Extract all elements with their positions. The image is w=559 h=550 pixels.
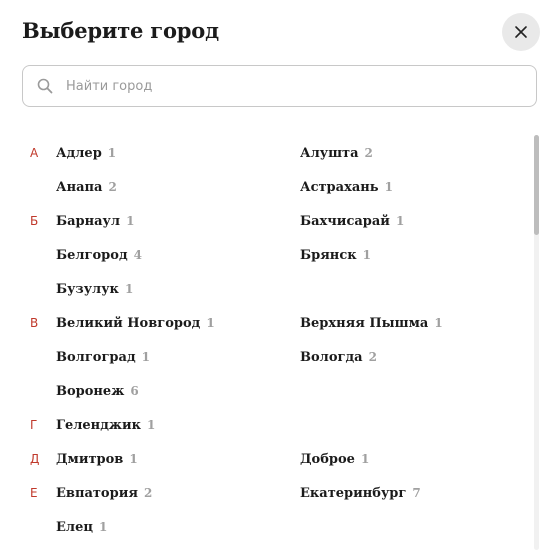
city-count: 2 [364,146,373,160]
city-list: А Адлер 1 Алушта 2 Анапа 2 Астрахань 1 Б Барнаул 1 Б… [22,140,527,550]
city-name: Бузулук [56,282,119,297]
city-name: Геленджик [56,418,142,433]
city-count: 1 [147,418,156,432]
city-name: Анапа [56,180,103,195]
city-item[interactable]: Елец 1 [56,520,107,535]
close-button[interactable] [502,13,540,51]
city-count: 1 [360,452,370,466]
city-row: Белгород 4 Брянск 1 [22,242,527,276]
search-field[interactable] [22,65,537,107]
city-row: Б Барнаул 1 Бахчисарай 1 [22,208,527,242]
city-item[interactable]: Адлер 1 [56,146,116,161]
city-count: 1 [107,146,117,160]
city-name: Адлер [56,146,102,161]
city-name: Барнаул [56,214,121,229]
city-name: Екатеринбург [300,486,407,501]
city-row: В Великий Новгород 1 Верхняя Пышма 1 [22,310,527,344]
city-name: Бахчисарай [300,214,390,229]
city-item[interactable]: Великий Новгород 1 [56,316,215,331]
city-count: 1 [434,316,443,330]
modal-title: Выберите город [22,18,219,43]
city-name: Белгород [56,248,128,263]
city-item[interactable]: Евпатория 2 [56,486,152,501]
city-count: 1 [126,214,135,228]
city-count: 6 [130,384,139,398]
city-name: Доброе [300,452,355,467]
city-row: Бузулук 1 [22,276,527,310]
alphabet-letter: Е [30,486,38,500]
city-item[interactable]: Белгород 4 [56,248,142,263]
city-item[interactable]: Бахчисарай 1 [300,214,404,229]
city-count: 4 [133,248,142,262]
city-item[interactable]: Волгоград 1 [56,350,150,365]
search-icon [36,77,54,95]
city-count: 7 [412,486,421,500]
city-count: 1 [129,452,138,466]
city-name: Алушта [300,146,359,161]
city-item[interactable]: Бузулук 1 [56,282,133,297]
city-item[interactable]: Геленджик 1 [56,418,155,433]
city-count: 1 [206,316,215,330]
city-item[interactable]: Барнаул 1 [56,214,134,229]
city-row: А Адлер 1 Алушта 2 [22,140,527,174]
city-count: 1 [362,248,371,262]
city-name: Великий Новгород [56,316,201,331]
city-name: Вологда [300,350,363,365]
city-item[interactable]: Воронеж 6 [56,384,139,399]
city-count: 1 [124,282,134,296]
city-count: 1 [141,350,150,364]
city-name: Волгоград [56,350,136,365]
alphabet-letter: А [30,146,39,160]
city-name: Верхняя Пышма [300,316,429,331]
city-name: Брянск [300,248,357,263]
city-item[interactable]: Брянск 1 [300,248,371,263]
scrollbar-thumb[interactable] [534,135,539,235]
city-row: Анапа 2 Астрахань 1 [22,174,527,208]
city-name: Дмитров [56,452,124,467]
city-count: 2 [143,486,153,500]
city-count: 2 [368,350,377,364]
city-item[interactable]: Екатеринбург 7 [300,486,421,501]
city-row: Волгоград 1 Вологда 2 [22,344,527,378]
city-item[interactable]: Верхняя Пышма 1 [300,316,443,331]
city-row: Е Евпатория 2 Екатеринбург 7 [22,480,527,514]
alphabet-letter: Б [30,214,39,228]
city-select-modal: Выберите город А Адлер 1 Алушта 2 Анапа 2 Астра… [0,0,559,550]
city-count: 1 [98,520,108,534]
city-name: Воронеж [56,384,125,399]
city-name: Евпатория [56,486,138,501]
city-item[interactable]: Астрахань 1 [300,180,393,195]
city-count: 1 [395,214,405,228]
city-row: Г Геленджик 1 [22,412,527,446]
city-item[interactable]: Вологда 2 [300,350,377,365]
search-input[interactable] [64,77,508,95]
alphabet-letter: Д [30,452,40,466]
city-name: Елец [56,520,93,535]
city-count: 2 [108,180,117,194]
city-row: Елец 1 [22,514,527,548]
city-item[interactable]: Доброе 1 [300,452,369,467]
city-row: Воронеж 6 [22,378,527,412]
alphabet-letter: Г [30,418,38,432]
city-item[interactable]: Алушта 2 [300,146,373,161]
alphabet-letter: В [30,316,39,330]
close-icon [515,26,527,38]
city-item[interactable]: Дмитров 1 [56,452,138,467]
city-item[interactable]: Анапа 2 [56,180,117,195]
city-row: Д Дмитров 1 Доброе 1 [22,446,527,480]
city-count: 1 [384,180,393,194]
scrollbar[interactable] [534,135,539,550]
city-name: Астрахань [300,180,379,195]
